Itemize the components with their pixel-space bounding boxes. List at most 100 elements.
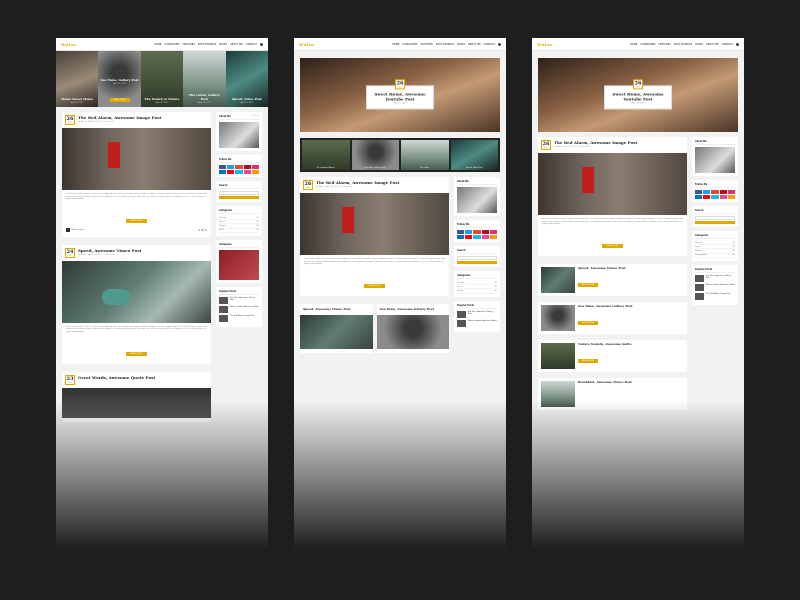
nav-pages[interactable]: PAGES (219, 43, 227, 46)
slide-item[interactable]: Speed, Video Post April 26, 2017 (225, 51, 268, 107)
thumb-item[interactable]: Sea Tales, Gallery Post (351, 140, 399, 170)
instagram-image[interactable] (219, 249, 259, 280)
facebook-icon[interactable] (695, 190, 703, 194)
thumb-item[interactable]: Speed, Video Post (450, 140, 498, 170)
nav-home[interactable]: HOME (392, 43, 399, 46)
read-more-button[interactable]: READ MORE (578, 321, 599, 326)
nav-post-formats[interactable]: POST FORMATS (436, 43, 454, 46)
nav-features[interactable]: FEATURES (659, 43, 671, 46)
nav-pages[interactable]: PAGES (695, 43, 703, 46)
popular-post-item[interactable]: Nature Sounds, Awesome Audio (457, 319, 497, 327)
dribbble-icon[interactable] (481, 235, 489, 239)
read-more-button[interactable]: READ MORE (578, 359, 599, 364)
dribbble-icon[interactable] (719, 195, 727, 199)
post-image[interactable] (300, 193, 449, 255)
nav-post-formats[interactable]: POST FORMATS (198, 43, 216, 46)
google-plus-icon[interactable] (473, 230, 481, 234)
twitter-icon[interactable] (465, 230, 473, 234)
post-title[interactable]: Speed, Awesome Vimeo Post (78, 248, 141, 253)
popular-post-item[interactable]: Nature Sounds, Awesome Audio (219, 305, 259, 313)
nav-about[interactable]: ABOUT ME (230, 43, 243, 46)
read-more-button[interactable]: READ MORE (126, 218, 147, 223)
nav-categories[interactable]: CATEGORIES (402, 43, 417, 46)
linkedin-icon[interactable] (695, 195, 703, 199)
slide-item[interactable]: The Cabin, Gallery Post April 26, 2017 (183, 51, 226, 107)
twitter-icon[interactable] (227, 165, 235, 169)
post-author[interactable]: Naomi Graham (66, 227, 85, 232)
post-video[interactable] (62, 260, 211, 323)
popular-post-item[interactable]: The Red Alarm, Image Post (695, 292, 735, 300)
category-item[interactable]: Music (3) (219, 229, 259, 233)
instagram-icon[interactable] (251, 165, 259, 169)
instagram-icon[interactable] (489, 230, 497, 234)
thumb-item[interactable]: The Sound of Nature (302, 140, 350, 170)
pinterest-icon[interactable] (719, 190, 727, 194)
google-plus-icon[interactable] (235, 165, 243, 169)
post-image[interactable] (541, 266, 575, 293)
linkedin-icon[interactable] (457, 235, 465, 239)
facebook-icon[interactable] (219, 165, 227, 169)
nav-features[interactable]: FEATURES (421, 43, 433, 46)
nav-about[interactable]: ABOUT ME (706, 43, 719, 46)
search-input[interactable] (695, 216, 735, 220)
post-image[interactable] (376, 314, 449, 349)
youtube-icon[interactable] (465, 235, 473, 239)
post-image[interactable] (538, 153, 687, 215)
post-title[interactable]: Speed, Awesome Vimeo Post (578, 266, 626, 271)
search-icon[interactable] (736, 42, 739, 46)
category-item[interactable]: Fashion (4) (457, 289, 497, 294)
thumb-item[interactable]: The Cabin (401, 140, 449, 170)
vimeo-icon[interactable] (235, 170, 243, 174)
twitter-icon[interactable] (201, 228, 204, 232)
pinterest-icon[interactable] (481, 230, 489, 234)
youtube-icon[interactable] (703, 195, 711, 199)
twitter-icon[interactable] (703, 190, 711, 194)
post-title[interactable]: Speed, Awesome Vimeo Post (303, 307, 351, 312)
rss-icon[interactable] (727, 195, 735, 199)
instagram-icon[interactable] (727, 190, 735, 194)
popular-post-item[interactable]: Nature Sounds, Awesome Audio (695, 283, 735, 291)
facebook-icon[interactable] (197, 228, 200, 232)
linkedin-icon[interactable] (219, 170, 227, 174)
nav-contact[interactable]: CONTACT (484, 43, 495, 46)
pinterest-icon[interactable] (204, 228, 207, 232)
nav-contact[interactable]: CONTACT (246, 43, 257, 46)
popular-post-item[interactable]: Sea Tales, Awesome Gallery Post (695, 274, 735, 282)
popular-post-item[interactable]: Sea Tales, Awesome Gallery Post (457, 310, 497, 318)
read-more-button[interactable]: READ MORE (126, 351, 147, 356)
facebook-icon[interactable] (457, 230, 465, 234)
site-logo[interactable]: Wuloo (537, 42, 552, 47)
search-icon[interactable] (260, 42, 263, 46)
popular-post-item[interactable]: The Red Alarm, Image Post (219, 314, 259, 322)
nav-pages[interactable]: PAGES (457, 43, 465, 46)
slide-item[interactable]: The Sound of Nature April 26, 2017 (140, 51, 184, 107)
slide-item[interactable]: Home Sweet Home April 26, 2017 (56, 51, 99, 107)
site-logo[interactable]: Wuloo (299, 42, 314, 47)
search-input[interactable] (457, 256, 497, 260)
rss-icon[interactable] (489, 235, 497, 239)
post-title[interactable]: The Red Alarm, Awesome Image Post (78, 115, 161, 120)
post-image[interactable] (300, 314, 373, 349)
read-more-button[interactable]: READ MORE (364, 283, 385, 288)
category-item[interactable]: Photography (6) (695, 254, 735, 258)
post-title[interactable]: The Red Alarm, Awesome Image Post (316, 180, 399, 185)
post-title[interactable]: Sea Tales, Awesome Gallery Post (578, 304, 633, 309)
post-image[interactable] (62, 128, 211, 190)
post-image[interactable] (62, 387, 211, 418)
site-logo[interactable]: Wuloo (61, 42, 76, 47)
nav-about[interactable]: ABOUT ME (468, 43, 481, 46)
vimeo-icon[interactable] (711, 195, 719, 199)
post-image[interactable] (541, 342, 575, 369)
post-title[interactable]: Great Words, Awesome Quote Post (78, 375, 155, 380)
post-title[interactable]: The Red Alarm, Awesome Image Post (554, 140, 637, 145)
rss-icon[interactable] (251, 170, 259, 174)
read-more-button[interactable]: READ MORE (109, 98, 130, 102)
hero-title[interactable]: Sweet Home, Awesome Youtube Post (608, 91, 668, 101)
hero-post[interactable]: 26 APR Sweet Home, Awesome Youtube Post A… (300, 58, 500, 132)
dribbble-icon[interactable] (243, 170, 251, 174)
youtube-icon[interactable] (227, 170, 235, 174)
nav-categories[interactable]: CATEGORIES (640, 43, 655, 46)
hero-post[interactable]: 26 APR Sweet Home, Awesome Youtube Post A… (538, 58, 738, 132)
hero-title[interactable]: Sweet Home, Awesome Youtube Post (370, 91, 430, 101)
nav-categories[interactable]: CATEGORIES (164, 43, 179, 46)
